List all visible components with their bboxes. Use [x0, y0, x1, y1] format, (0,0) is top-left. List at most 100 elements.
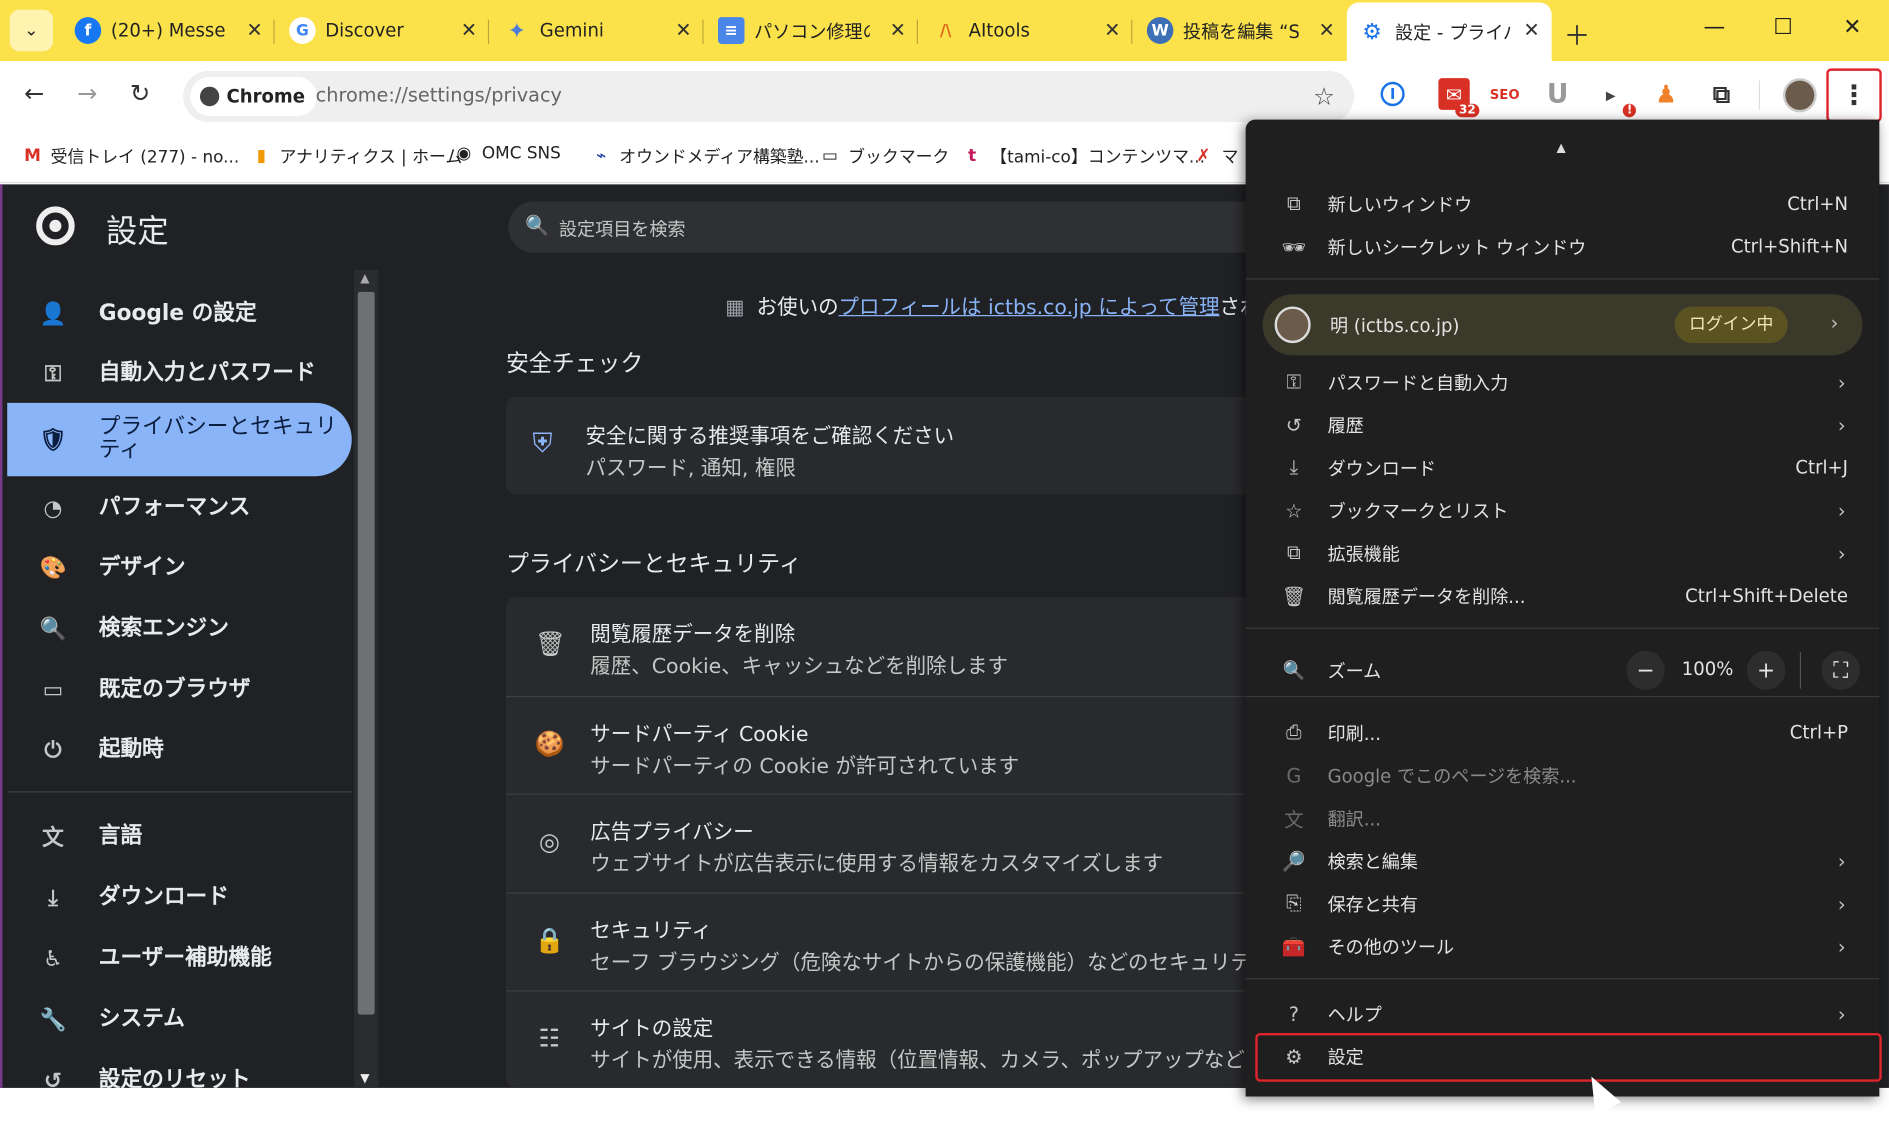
minimize-button[interactable]: —: [1703, 15, 1725, 41]
settings-sidebar: 設定 👤 Google の設定 ⚿ 自動入力とパスワード 🛡 プライバシーとセキュリテ…: [2, 184, 354, 1088]
menu-save-share[interactable]: ⎘ 保存と共有 ›: [1246, 883, 1880, 925]
menu-history[interactable]: ↺ 履歴 ›: [1246, 404, 1880, 446]
menu-bookmarks[interactable]: ☆ ブックマークとリスト ›: [1246, 490, 1880, 532]
sidebar-item-google[interactable]: 👤 Google の設定: [7, 282, 352, 345]
chrome-chip[interactable]: Chrome: [190, 76, 318, 116]
menu-new-window[interactable]: ⧉ 新しいウィンドウ Ctrl+N: [1246, 183, 1880, 225]
bookmark-item[interactable]: M 受信トレイ (277) - no...: [22, 144, 239, 168]
new-window-icon: ⧉: [1286, 191, 1301, 215]
sidebar-scrollbar[interactable]: ▲ ▼: [354, 269, 379, 1088]
scroll-down-icon[interactable]: ▼: [360, 1072, 369, 1085]
bookmark-label: オウンドメディア構築塾...: [619, 147, 820, 168]
bookmark-item[interactable]: ◉ OMC SNS: [453, 144, 560, 164]
safety-check-card[interactable]: ⛨ 安全に関する推奨事項をご確認ください パスワード, 通知, 権限: [505, 396, 1277, 495]
row-title: サイトの設定: [590, 1017, 714, 1042]
translate-icon: 文: [42, 825, 64, 852]
sidebar-item-privacy[interactable]: 🛡 プライバシーとセキュリティ: [7, 402, 352, 477]
menu-print[interactable]: ⎙ 印刷... Ctrl+P: [1246, 712, 1880, 754]
bookmark-item[interactable]: t 【tami-co】コンテンツマ...: [961, 144, 1205, 168]
tab-label: Gemini: [539, 19, 604, 42]
menu-label: 新しいウィンドウ: [1327, 193, 1473, 216]
close-icon[interactable]: ✕: [1319, 18, 1335, 41]
profile-avatar[interactable]: [1782, 78, 1817, 113]
menu-downloads[interactable]: ⤓ ダウンロード Ctrl+J: [1246, 447, 1880, 489]
settings-search[interactable]: 🔍 設定項目を検索: [508, 201, 1280, 253]
sidebar-item-design[interactable]: 🎨 デザイン: [7, 536, 352, 599]
row-clear-browsing-data[interactable]: 🗑 閲覧履歴データを削除 履歴、Cookie、キャッシュなどを削除します: [506, 597, 1277, 695]
menu-clear-data[interactable]: 🗑 閲覧履歴データを削除... Ctrl+Shift+Delete: [1246, 575, 1880, 617]
tab-aitools[interactable]: /\ AItools ✕: [920, 5, 1133, 56]
sidebar-item-autofill[interactable]: ⚿ 自動入力とパスワード: [7, 342, 352, 405]
menu-label: 保存と共有: [1327, 893, 1418, 916]
close-icon[interactable]: ✕: [675, 18, 691, 41]
back-button[interactable]: ←: [24, 78, 44, 107]
help-icon: ?: [1288, 1001, 1299, 1026]
zoom-in-button[interactable]: +: [1746, 650, 1786, 690]
sidebar-item-default-browser[interactable]: ▭ 既定のブラウザ: [7, 658, 352, 721]
sidebar-item-downloads[interactable]: ⤓ ダウンロード: [7, 866, 352, 929]
maximize-button[interactable]: ☐: [1773, 15, 1792, 41]
close-icon[interactable]: ✕: [246, 18, 262, 41]
row-security[interactable]: 🔒 セキュリティ セーフ ブラウジング（危険なサイトからの保護機能）などのセキュ…: [505, 892, 1291, 991]
sidebar-item-accessibility[interactable]: ♿ ユーザー補助機能: [7, 927, 352, 990]
close-icon[interactable]: ✕: [1104, 18, 1120, 41]
scroll-up-icon[interactable]: ▲: [360, 272, 369, 285]
tab-edit-post[interactable]: W 投稿を編集 “S ✕: [1135, 5, 1347, 56]
onepassword-icon[interactable]: I: [1380, 81, 1405, 107]
row-site-settings[interactable]: ☷ サイトの設定 サイトが使用、表示できる情報（位置情報、カメラ、ポップアップな…: [505, 990, 1286, 1088]
mail-extension-icon[interactable]: ✉ 32: [1438, 78, 1480, 118]
menu-more-tools[interactable]: 🧰 その他のツール ›: [1246, 926, 1880, 968]
tab-search-button[interactable]: ⌄: [9, 9, 54, 52]
sidebar-item-system[interactable]: 🔧 システム: [7, 988, 352, 1051]
accessibility-icon: ♿: [43, 945, 63, 972]
bookmark-item[interactable]: ✗ マ: [1193, 144, 1238, 168]
menu-new-incognito[interactable]: 🕶 新しいシークレット ウィンドウ Ctrl+Shift+N: [1246, 226, 1880, 268]
forward-button[interactable]: →: [77, 78, 97, 107]
close-icon[interactable]: ✕: [1523, 18, 1539, 41]
scrollbar-thumb[interactable]: [357, 291, 375, 1015]
close-window-button[interactable]: ✕: [1843, 15, 1861, 41]
menu-profile[interactable]: 明 (ictbs.co.jp) ログイン中 ›: [1262, 294, 1863, 356]
u-extension-icon[interactable]: U: [1542, 78, 1573, 110]
tab-gemini[interactable]: ✦ Gemini ✕: [492, 5, 704, 56]
chess-extension-icon[interactable]: ♟: [1650, 78, 1681, 110]
menu-label: パスワードと自動入力: [1327, 371, 1509, 394]
close-icon[interactable]: ✕: [461, 18, 477, 41]
sidebar-item-startup[interactable]: ⏻ 起動時: [7, 718, 352, 781]
row-ad-privacy[interactable]: ◎ 広告プライバシー ウェブサイトが広告表示に使用する情報をカスタマイズします: [505, 793, 1277, 892]
tamico-icon: t: [968, 146, 977, 167]
managed-link[interactable]: プロフィールは ictbs.co.jp によって管理: [839, 295, 1220, 319]
address-bar[interactable]: Chrome chrome://settings/privacy ☆: [183, 70, 1355, 123]
tab-discover[interactable]: G Discover ✕: [277, 5, 490, 56]
cursor-extension-icon[interactable]: ▸!: [1595, 78, 1636, 118]
tab-messenger[interactable]: f (20+) Messen ✕: [63, 5, 275, 56]
row-third-party-cookies[interactable]: 🍪 サードパーティ Cookie サードパーティの Cookie が許可されてい…: [505, 695, 1277, 794]
folder-icon: ▭: [822, 146, 839, 167]
zoom-out-button[interactable]: −: [1626, 650, 1665, 690]
sidebar-item-search-engine[interactable]: 🔍 検索エンジン: [7, 597, 352, 660]
bookmark-star-icon[interactable]: ☆: [1313, 82, 1335, 111]
puzzle-icon[interactable]: ⧉: [1706, 78, 1737, 110]
sidebar-item-performance[interactable]: ◔ パフォーマンス: [7, 476, 352, 539]
new-tab-button[interactable]: ＋: [1564, 15, 1591, 54]
bookmark-item[interactable]: ▮ アナリティクス | ホーム: [251, 144, 462, 168]
fullscreen-button[interactable]: ⛶: [1821, 650, 1861, 690]
url-text[interactable]: chrome://settings/privacy: [316, 83, 562, 106]
seo-extension-icon[interactable]: SEO: [1489, 78, 1520, 110]
tab-pc-repair[interactable]: ≡ パソコン修理の ✕: [706, 5, 918, 56]
sidebar-item-label: 言語: [98, 822, 143, 849]
bookmark-item[interactable]: ⌁ オウンドメディア構築塾...: [590, 144, 820, 168]
menu-help[interactable]: ? ヘルプ ›: [1246, 993, 1880, 1035]
reload-button[interactable]: ↻: [130, 78, 150, 107]
close-icon[interactable]: ✕: [890, 18, 906, 41]
scroll-up-caret-icon[interactable]: ▲: [1556, 142, 1565, 155]
bookmark-folder[interactable]: ▭ ブックマーク: [819, 144, 949, 168]
sidebar-item-languages[interactable]: 文 言語: [7, 805, 352, 868]
menu-passwords[interactable]: ⚿ パスワードと自動入力 ›: [1246, 361, 1880, 403]
zoom-icon: 🔍: [1282, 659, 1306, 682]
menu-extensions[interactable]: ⧉ 拡張機能 ›: [1246, 532, 1880, 574]
tab-settings-active[interactable]: ⚙ 設定 - プライバ ✕: [1346, 2, 1552, 62]
menu-find-edit[interactable]: 🔎 検索と編集 ›: [1246, 840, 1880, 882]
chrome-menu-button[interactable]: ⋮: [1826, 68, 1882, 123]
sidebar-item-reset[interactable]: ↺ 設定のリセット: [7, 1049, 352, 1088]
